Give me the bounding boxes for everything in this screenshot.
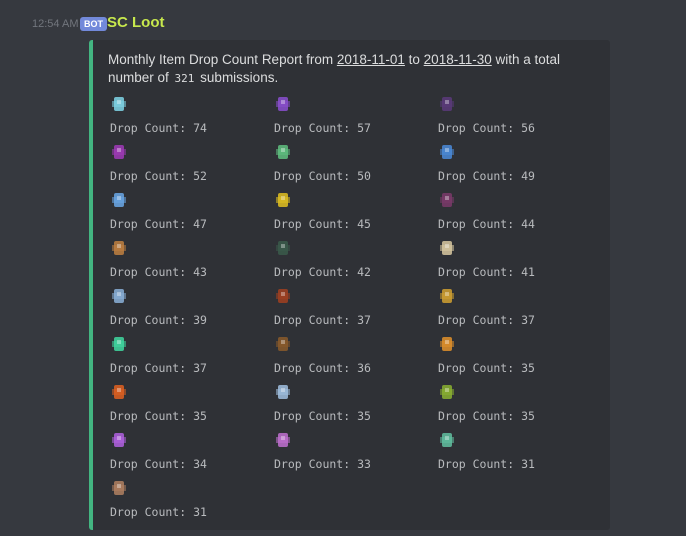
drop-item: Drop Count: 45 [272, 189, 436, 237]
drop-count-label: Drop Count: 57 [274, 121, 371, 135]
drop-item: Drop Count: 43 [108, 237, 272, 285]
report-to: to [404, 52, 424, 67]
brown-beast-icon [272, 333, 294, 355]
drop-count-label: Drop Count: 37 [110, 361, 207, 375]
drop-item: Drop Count: 56 [436, 93, 600, 141]
drop-item: Drop Count: 35 [108, 381, 272, 429]
drop-count-label: Drop Count: 36 [274, 361, 371, 375]
blue-wand-icon [108, 189, 130, 211]
drop-item: Drop Count: 49 [436, 141, 600, 189]
end-date-link[interactable]: 2018-11-30 [424, 52, 492, 67]
drop-count-label: Drop Count: 37 [438, 313, 535, 327]
rusty-dagger-icon [108, 477, 130, 499]
drop-count-label: Drop Count: 50 [274, 169, 371, 183]
drop-item: Drop Count: 44 [436, 189, 600, 237]
drop-count-label: Drop Count: 31 [438, 457, 535, 471]
teal-emblem-icon [436, 429, 458, 451]
drop-count-label: Drop Count: 49 [438, 169, 535, 183]
blue-glider-icon [108, 285, 130, 307]
drop-count-label: Drop Count: 33 [274, 457, 371, 471]
drop-item: Drop Count: 37 [436, 285, 600, 333]
drop-count-label: Drop Count: 74 [110, 121, 207, 135]
drop-item: Drop Count: 74 [108, 93, 272, 141]
purple-bolt-icon [108, 429, 130, 451]
purple-potion-icon [272, 429, 294, 451]
green-armor-icon [272, 141, 294, 163]
drop-item: Drop Count: 39 [108, 285, 272, 333]
drop-item: Drop Count: 31 [436, 429, 600, 477]
report-prefix: Monthly Item Drop Count Report from [108, 52, 337, 67]
crystal-figure-icon [272, 381, 294, 403]
start-date-link[interactable]: 2018-11-01 [337, 52, 405, 67]
drop-item: Drop Count: 37 [108, 333, 272, 381]
bot-message: 12:54 AM BOT SC Loot Monthly Item Drop C… [0, 0, 686, 536]
yellow-claws-icon [272, 189, 294, 211]
fire-armor-icon [108, 381, 130, 403]
drop-item: Drop Count: 57 [272, 93, 436, 141]
dark-wings-icon [436, 93, 458, 115]
red-crawler-icon [272, 285, 294, 307]
report-suffix: submissions. [196, 70, 279, 85]
drop-item: Drop Count: 37 [272, 285, 436, 333]
green-banner-icon [436, 381, 458, 403]
purple-boots-icon [108, 141, 130, 163]
drop-count-label: Drop Count: 47 [110, 217, 207, 231]
green-orb-icon [108, 333, 130, 355]
report-embed: Monthly Item Drop Count Report from 2018… [89, 40, 610, 530]
drop-count-label: Drop Count: 37 [274, 313, 371, 327]
blue-vials-icon [436, 141, 458, 163]
drop-count-label: Drop Count: 39 [110, 313, 207, 327]
bone-sickle-icon [436, 237, 458, 259]
drop-count-label: Drop Count: 44 [438, 217, 535, 231]
purple-wings-icon [272, 93, 294, 115]
drop-count-label: Drop Count: 35 [438, 409, 535, 423]
bot-badge: BOT [80, 17, 107, 31]
drop-item: Drop Count: 52 [108, 141, 272, 189]
dark-robe-icon [272, 237, 294, 259]
gold-crossbow-icon [436, 285, 458, 307]
glowing-cube-icon [108, 93, 130, 115]
drop-count-label: Drop Count: 34 [110, 457, 207, 471]
drop-item: Drop Count: 31 [108, 477, 272, 525]
drop-item: Drop Count: 36 [272, 333, 436, 381]
drop-count-label: Drop Count: 35 [274, 409, 371, 423]
drop-item: Drop Count: 34 [108, 429, 272, 477]
message-timestamp: 12:54 AM [32, 18, 79, 30]
drop-item: Drop Count: 35 [436, 381, 600, 429]
drop-item: Drop Count: 50 [272, 141, 436, 189]
drop-item: Drop Count: 41 [436, 237, 600, 285]
drop-count-label: Drop Count: 42 [274, 265, 371, 279]
orange-mace-icon [436, 333, 458, 355]
drop-item: Drop Count: 35 [272, 381, 436, 429]
bot-username[interactable]: SC Loot [107, 14, 165, 31]
report-description: Monthly Item Drop Count Report from 2018… [108, 51, 608, 88]
drop-count-label: Drop Count: 35 [438, 361, 535, 375]
drop-count-label: Drop Count: 31 [110, 505, 207, 519]
drop-count-label: Drop Count: 52 [110, 169, 207, 183]
total-count: 321 [172, 72, 197, 85]
drop-count-label: Drop Count: 35 [110, 409, 207, 423]
drop-item: Drop Count: 42 [272, 237, 436, 285]
drop-count-label: Drop Count: 56 [438, 121, 535, 135]
dark-boots-icon [436, 189, 458, 211]
drop-item: Drop Count: 35 [436, 333, 600, 381]
drop-count-label: Drop Count: 41 [438, 265, 535, 279]
orange-hammer-icon [108, 237, 130, 259]
drop-count-label: Drop Count: 45 [274, 217, 371, 231]
drop-count-label: Drop Count: 43 [110, 265, 207, 279]
drop-item: Drop Count: 47 [108, 189, 272, 237]
drop-item: Drop Count: 33 [272, 429, 436, 477]
